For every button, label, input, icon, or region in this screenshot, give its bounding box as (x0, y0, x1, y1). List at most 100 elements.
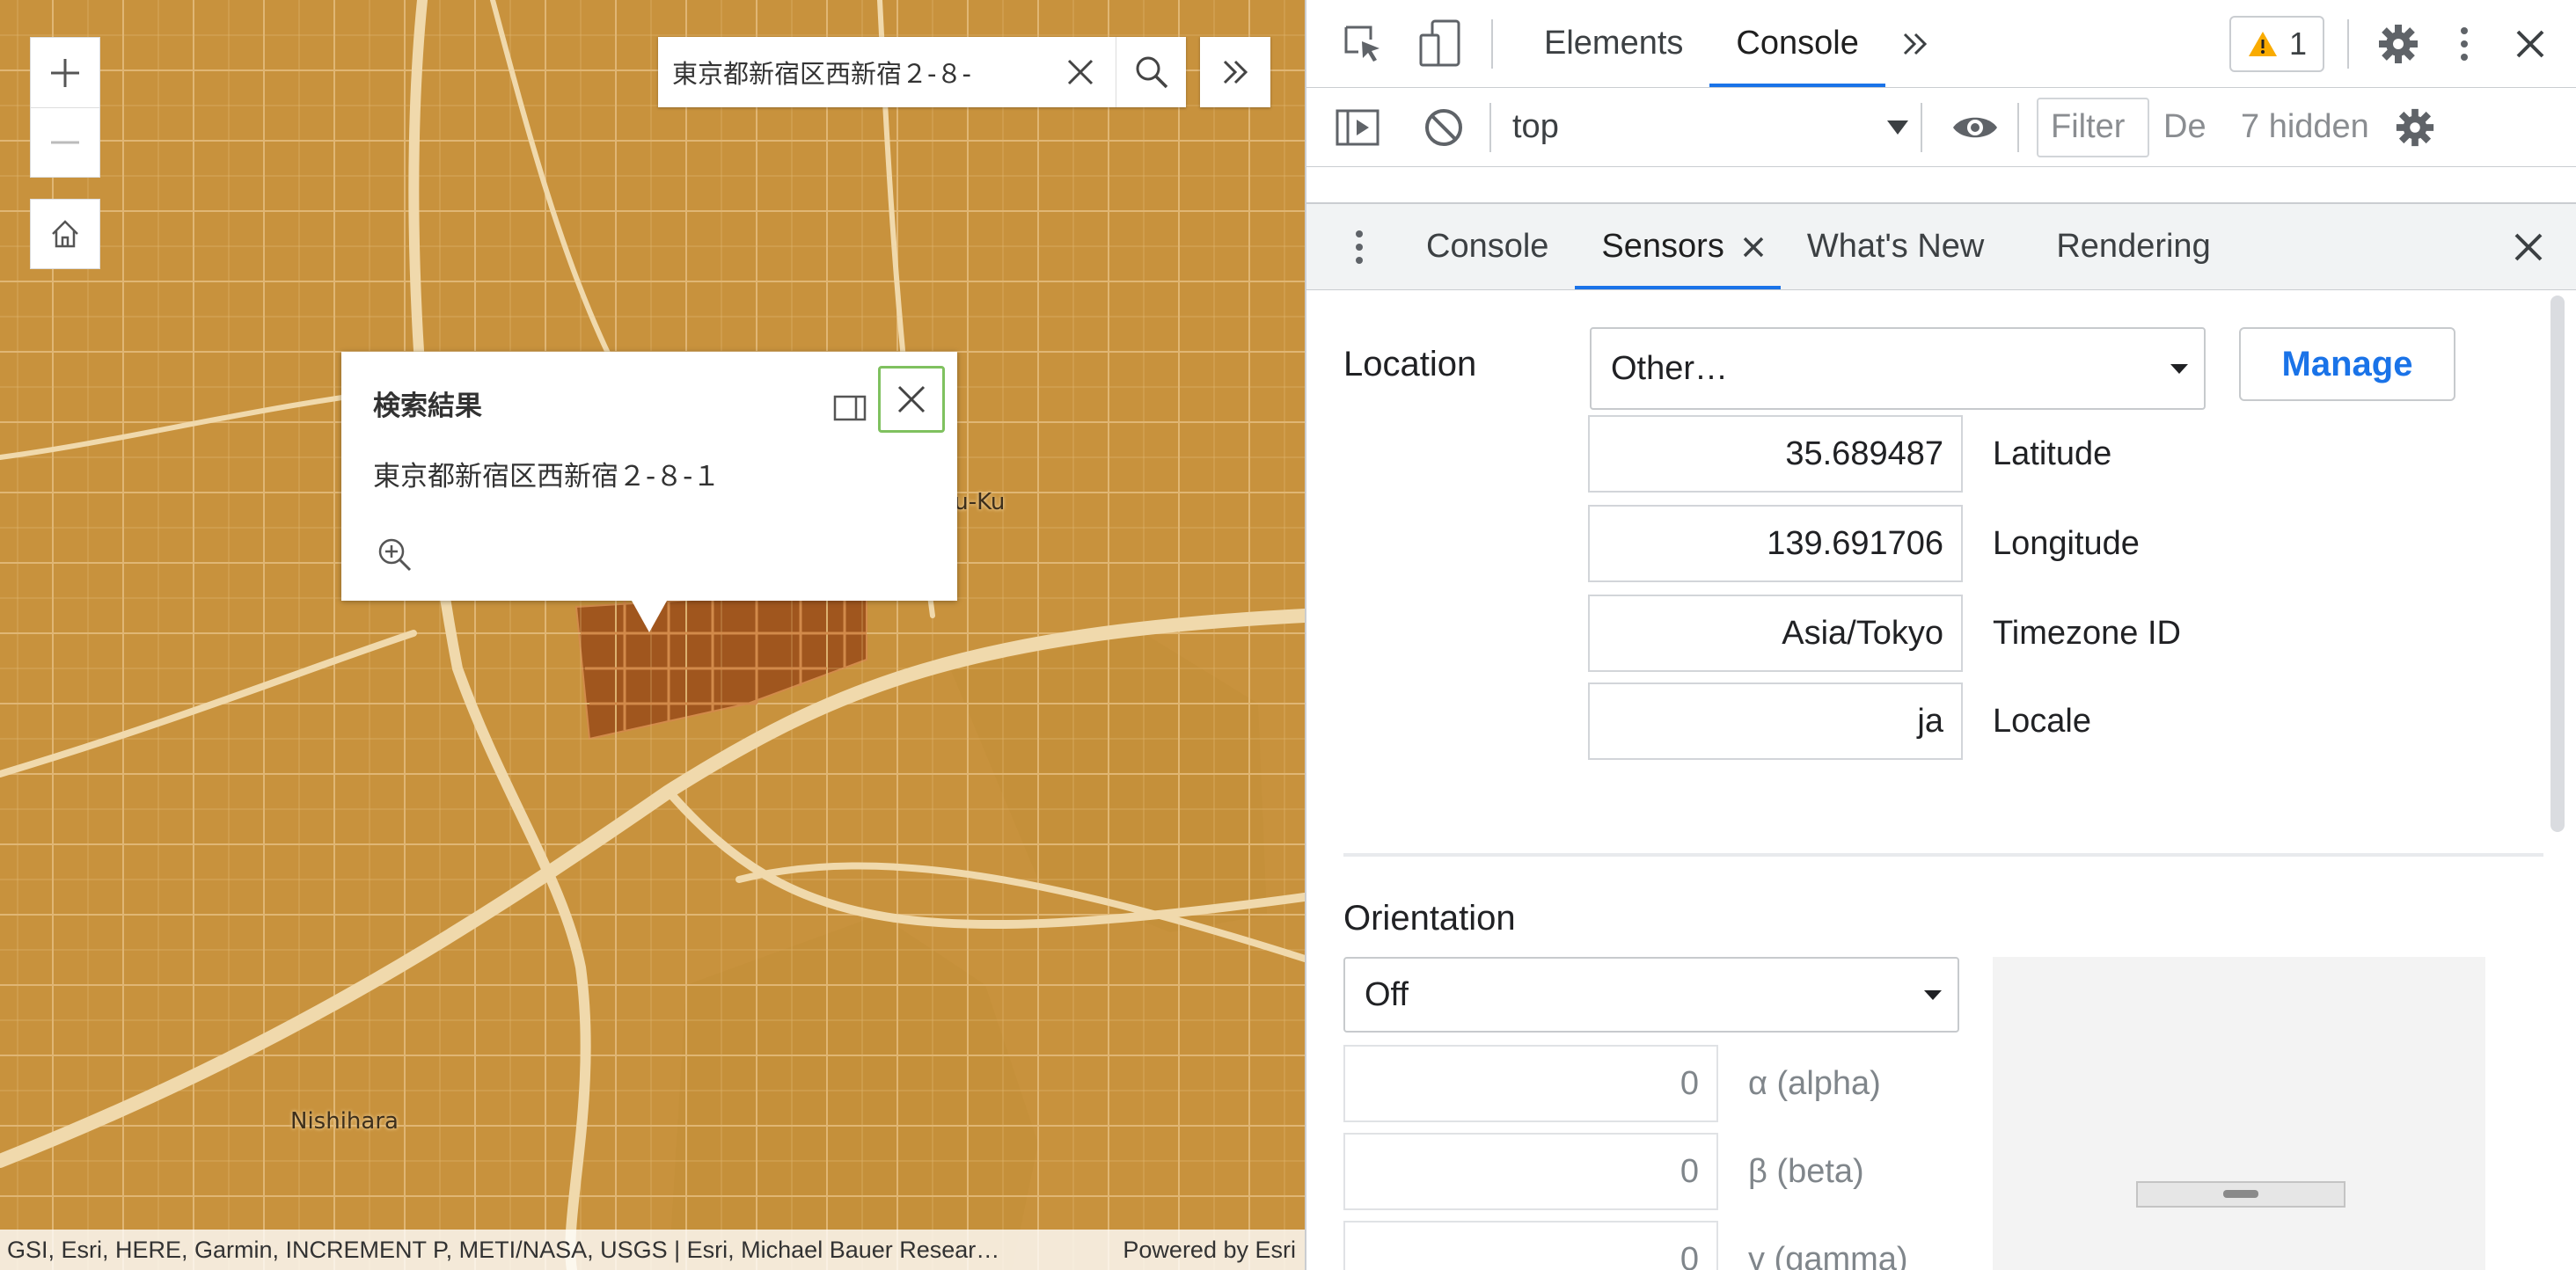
clear-search-button[interactable] (1045, 37, 1116, 107)
panel-scrollbar[interactable] (2547, 290, 2568, 1270)
map-view[interactable]: ku-Ku Nishihara 東京都新宿区西新宿２-８- 検索結果 東京都新宿… (0, 0, 1305, 1270)
drawer-menu-button[interactable] (1342, 221, 1377, 274)
inspect-cursor-icon (1344, 26, 1379, 62)
log-levels-dropdown[interactable]: Default levels (2163, 108, 2206, 146)
alpha-row: 0 α (alpha) (1343, 1045, 1881, 1122)
hidden-messages-count: 7 hidden (2241, 108, 2369, 145)
beta-input[interactable]: 0 (1343, 1133, 1718, 1210)
gear-icon (2396, 108, 2433, 146)
drawer-tab-rendering[interactable]: Rendering (2030, 204, 2236, 289)
manage-button[interactable]: Manage (2239, 327, 2455, 401)
location-select-value: Other… (1611, 349, 1729, 387)
gamma-input[interactable]: 0 (1343, 1221, 1718, 1270)
search-input[interactable]: 東京都新宿区西新宿２-８- (658, 54, 1045, 91)
tab-console[interactable]: Console (1709, 0, 1886, 87)
zoom-in-icon (378, 538, 412, 572)
block-icon (1425, 108, 1462, 146)
vertical-dots-icon (2461, 26, 2468, 61)
search-result-popup: 検索結果 東京都新宿区西新宿２-８-１ (341, 352, 957, 632)
locale-row: ja Locale (1588, 682, 2091, 760)
inspect-element-button[interactable] (1335, 16, 1391, 72)
popup-title: 検索結果 (373, 390, 482, 422)
orientation-label: Orientation (1343, 899, 1516, 938)
zoom-to-button[interactable] (373, 533, 417, 577)
location-label: Location (1343, 345, 1477, 383)
close-icon (2514, 233, 2543, 260)
drawer-tab-whats-new[interactable]: What's New (1781, 204, 2011, 289)
manage-button-label: Manage (2281, 344, 2413, 383)
latitude-row: 35.689487 Latitude (1588, 415, 2111, 493)
home-button[interactable] (30, 199, 100, 269)
close-tab-icon[interactable] (1742, 236, 1765, 259)
alpha-label: α (alpha) (1748, 1064, 1881, 1102)
vertical-dots-icon (1356, 230, 1363, 264)
close-devtools-button[interactable] (2502, 16, 2558, 72)
longitude-label: Longitude (1993, 524, 2140, 562)
clear-console-button[interactable] (1417, 101, 1470, 154)
timezone-label: Timezone ID (1993, 614, 2181, 652)
tab-elements[interactable]: Elements (1518, 0, 1709, 87)
sidebar-play-icon (1336, 109, 1379, 145)
issues-warning-badge[interactable]: 1 (2228, 15, 2324, 72)
caret-down-icon (2170, 363, 2188, 374)
eye-icon (1953, 117, 1997, 137)
gear-icon (2379, 24, 2418, 63)
section-divider (1343, 853, 2543, 857)
settings-button[interactable] (2370, 16, 2426, 72)
search-button[interactable] (1116, 37, 1186, 107)
gamma-row: 0 γ (gamma) (1343, 1221, 1908, 1270)
close-icon (1067, 59, 1094, 85)
scrollbar-thumb[interactable] (2550, 296, 2565, 832)
show-sidebar-button[interactable] (1331, 101, 1384, 154)
context-value: top (1512, 108, 1559, 145)
triangle-down-icon (1887, 120, 1908, 135)
context-selector[interactable]: top (1504, 108, 1917, 146)
popup-address: 東京都新宿区西新宿２-８-１ (373, 461, 721, 493)
more-tabs-button[interactable] (1889, 18, 1942, 70)
console-settings-button[interactable] (2389, 101, 2441, 154)
toolbar-separator (2017, 102, 2019, 152)
warning-icon (2248, 31, 2277, 56)
console-output-area[interactable] (1306, 167, 2576, 204)
latitude-input[interactable]: 35.689487 (1588, 415, 1963, 493)
home-icon (52, 220, 78, 248)
double-chevron-right-icon (1903, 33, 1927, 55)
orientation-preview[interactable] (1993, 957, 2485, 1270)
caret-down-icon (1924, 989, 1942, 1000)
device-toolbar-button[interactable] (1412, 16, 1468, 72)
sensors-panel: Location Other… Manage 35.689487 Latitud… (1306, 290, 2576, 1270)
drawer-tab-sensors[interactable]: Sensors (1575, 204, 1782, 289)
more-options-button[interactable] (2442, 16, 2486, 72)
search-widget: 東京都新宿区西新宿２-８- (658, 37, 1186, 107)
gamma-label: γ (gamma) (1748, 1240, 1908, 1270)
orientation-select[interactable]: Off (1343, 957, 1959, 1033)
device-preview-icon (2136, 1181, 2345, 1208)
search-icon (1136, 56, 1167, 89)
expand-button[interactable] (1200, 37, 1270, 107)
location-select[interactable]: Other… (1590, 327, 2206, 410)
zoom-in-button[interactable] (30, 37, 100, 107)
dock-popup-button[interactable] (823, 382, 876, 434)
filter-input[interactable]: Filter (2037, 97, 2149, 157)
close-popup-button[interactable] (878, 366, 945, 433)
alpha-input[interactable]: 0 (1343, 1045, 1718, 1122)
toolbar-separator (1491, 18, 1493, 69)
locale-input[interactable]: ja (1588, 682, 1963, 760)
double-chevron-right-icon (1223, 60, 1248, 84)
drawer-tab-console[interactable]: Console (1400, 204, 1575, 289)
powered-by-esri[interactable]: Powered by Esri (1123, 1237, 1296, 1264)
map-canvas[interactable] (0, 0, 1305, 1270)
console-toolbar: top Filter Default levels 7 hidden (1306, 88, 2576, 167)
toolbar-separator (1489, 102, 1491, 152)
live-expression-button[interactable] (1949, 101, 2002, 154)
zoom-out-button[interactable] (30, 107, 100, 178)
attribution-credits[interactable]: GSI, Esri, HERE, Garmin, INCREMENT P, ME… (7, 1237, 999, 1264)
timezone-input[interactable]: Asia/Tokyo (1588, 595, 1963, 672)
close-icon (897, 385, 926, 413)
filter-placeholder: Filter (2051, 108, 2126, 145)
longitude-input[interactable]: 139.691706 (1588, 505, 1963, 582)
toolbar-separator (1921, 102, 1922, 152)
dock-icon (833, 395, 867, 421)
drawer-tab-bar: Console Sensors What's New Rendering (1306, 204, 2576, 290)
close-drawer-button[interactable] (2500, 219, 2557, 275)
